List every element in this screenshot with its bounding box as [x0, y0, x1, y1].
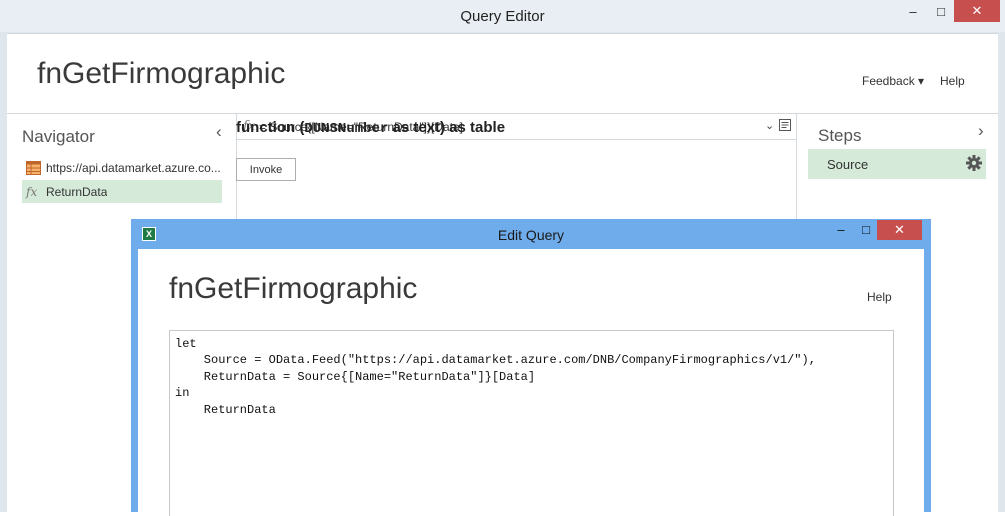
function-signature-prefix: function (	[236, 119, 305, 136]
table-icon	[26, 160, 46, 175]
dialog-minimize-button[interactable]: ‒	[831, 222, 851, 240]
window-title: Query Editor	[460, 8, 545, 25]
close-button[interactable]: ✕	[954, 0, 1000, 22]
query-editor-window: Query Editor ‒ □ ✕ fnGetFirmographic Fee…	[0, 0, 1005, 516]
page-title: fnGetFirmographic	[37, 57, 286, 90]
feedback-menu[interactable]: Feedback ▾	[862, 74, 924, 88]
dialog-body: fnGetFirmographic Help let Source = ODat…	[138, 249, 924, 516]
navigator-item-returndata[interactable]: fx ReturnData	[22, 180, 222, 203]
expand-steps-icon[interactable]: ›	[978, 121, 984, 141]
navigator-item-label: ReturnData	[46, 184, 108, 199]
navigator-item-label: https://api.datamarket.azure.co...	[46, 160, 221, 175]
query-code-editor[interactable]: let Source = OData.Feed("https://api.dat…	[169, 330, 894, 516]
chevron-down-icon[interactable]: ⌄	[765, 119, 774, 132]
dialog-help-link[interactable]: Help	[867, 290, 892, 304]
function-parameter: DUNSNumber	[304, 121, 389, 137]
help-link[interactable]: Help	[940, 74, 965, 88]
step-label: Source	[827, 156, 869, 172]
function-signature-suffix: as text) as table	[388, 119, 506, 136]
gear-icon[interactable]	[965, 154, 983, 177]
dialog-close-button[interactable]: ✕	[877, 220, 922, 240]
navigator-item-source-url[interactable]: https://api.datamarket.azure.co...	[22, 156, 222, 179]
maximize-button[interactable]: □	[930, 0, 952, 22]
advanced-editor-icon[interactable]	[778, 118, 792, 135]
collapse-navigator-icon[interactable]: ‹	[216, 122, 222, 142]
dialog-title: Edit Query	[497, 227, 565, 243]
window-titlebar[interactable]: Query Editor ‒ □ ✕	[0, 0, 1005, 32]
minimize-button[interactable]: ‒	[902, 0, 924, 22]
edit-query-dialog: X Edit Query ‒ □ ✕ fnGetFirmographic Hel…	[131, 219, 931, 516]
function-icon: fx	[26, 184, 38, 199]
query-code[interactable]: let Source = OData.Feed("https://api.dat…	[170, 331, 893, 418]
steps-title: Steps	[818, 126, 862, 145]
step-source[interactable]: Source	[808, 149, 986, 179]
navigator-title: Navigator	[22, 127, 95, 146]
dialog-maximize-button[interactable]: □	[856, 222, 876, 240]
function-signature: function (DUNSNumber as text) as table	[236, 119, 505, 137]
dialog-page-title: fnGetFirmographic	[169, 272, 418, 305]
invoke-button[interactable]: Invoke	[236, 158, 296, 181]
